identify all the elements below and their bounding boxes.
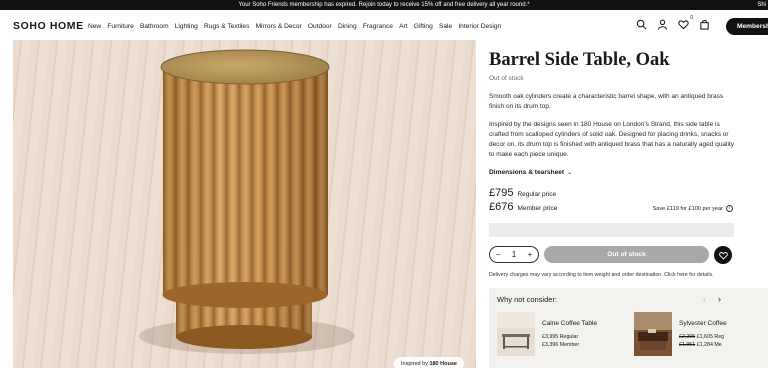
menu-item-lighting[interactable]: Lighting	[175, 23, 198, 30]
dimensions-label: Dimensions & tearsheet	[489, 169, 565, 176]
logo[interactable]: SOHO HOME	[13, 20, 84, 32]
menu-item-interior-design[interactable]: Interior Design	[458, 23, 501, 30]
menu-item-sale[interactable]: Sale	[439, 23, 452, 30]
promo-placeholder-bar	[489, 223, 734, 237]
wishlist-icon[interactable]: 0	[678, 15, 693, 30]
bag-icon[interactable]	[699, 19, 710, 30]
member-price-label: Member price	[517, 205, 558, 212]
product-description: Smooth oak cylinders create a characteri…	[489, 93, 724, 110]
menu-item-art[interactable]: Art	[399, 23, 407, 30]
price-label: Regular	[559, 334, 579, 340]
minus-icon[interactable]: −	[496, 250, 501, 259]
barrel-table-illustration	[139, 49, 355, 354]
product-thumbnail	[634, 312, 672, 356]
quantity-value: 1	[511, 250, 517, 259]
menu-item-rugs-textiles[interactable]: Rugs & Textiles	[204, 23, 249, 30]
menu-item-bathroom[interactable]: Bathroom	[140, 23, 169, 30]
add-to-wishlist-button[interactable]	[714, 246, 732, 264]
price-value: £3,995	[542, 334, 559, 340]
credit-name: 180 House	[429, 361, 457, 367]
heart-icon	[718, 251, 728, 260]
main-menu: New Furniture Bathroom Lighting Rugs & T…	[88, 23, 501, 30]
recommendation-regular-price: £2,295 £1,605 Reg	[679, 334, 724, 340]
dimensions-toggle[interactable]: Dimensions & tearsheet ⌄	[489, 169, 739, 176]
promo-banner: Your Soho Friends membership has expired…	[0, 0, 768, 10]
quantity-stepper[interactable]: − 1 +	[489, 246, 539, 263]
chevron-left-icon[interactable]: ‹	[703, 294, 706, 304]
menu-item-fragrance[interactable]: Fragrance	[363, 23, 393, 30]
carousel-arrows: ‹ ›	[703, 294, 721, 304]
stock-status: Out of stock	[489, 75, 524, 82]
price-value: £3,396	[542, 342, 559, 348]
membership-button[interactable]: Membership	[726, 18, 768, 35]
credit-prefix: Inspired by	[401, 361, 430, 367]
member-savings: Save £119 for £100 per year i	[652, 205, 733, 212]
recommendations-panel: Why not consider: ‹ › Calne Coffee Table…	[489, 288, 768, 368]
menu-item-dining[interactable]: Dining	[338, 23, 357, 30]
menu-item-mirrors-decor[interactable]: Mirrors & Decor	[256, 23, 302, 30]
old-price: £1,951	[679, 342, 696, 348]
regular-price-row: £795 Regular price	[489, 187, 739, 199]
chevron-right-icon[interactable]: ›	[718, 294, 721, 304]
wishlist-count: 0	[690, 15, 693, 21]
plus-icon[interactable]: +	[528, 250, 533, 259]
image-credit-badge[interactable]: Inspired by 180 House	[394, 357, 464, 368]
delivery-note[interactable]: Delivery charges may vary according to i…	[489, 272, 714, 278]
old-price: £2,295	[679, 334, 696, 340]
price-label: Me	[714, 342, 722, 348]
price-label: Reg	[714, 334, 725, 340]
product-info: Barrel Side Table, Oak Out of stock Smoo…	[489, 48, 739, 213]
member-price-row: £676 Member price Save £119 for £100 per…	[489, 201, 739, 213]
out-of-stock-button[interactable]: Out of stock	[544, 246, 709, 263]
regular-price: £795	[489, 187, 514, 199]
search-icon[interactable]	[636, 19, 647, 30]
promo-right-text: Shi	[757, 2, 766, 8]
recommendation-regular-price: £3,995 Regular	[542, 334, 578, 340]
chevron-down-icon: ⌄	[567, 170, 573, 176]
menu-item-gifting[interactable]: Gifting	[414, 23, 433, 30]
recommendation-member-price: £3,396 Member	[542, 342, 579, 348]
product-thumbnail	[497, 312, 535, 356]
recommendation-member-price: £1,951 £1,284 Me	[679, 342, 722, 348]
member-price: £676	[489, 201, 514, 213]
product-image[interactable]	[13, 40, 476, 368]
main-header: SOHO HOME New Furniture Bathroom Lightin…	[0, 10, 768, 44]
product-title: Barrel Side Table, Oak	[489, 50, 670, 70]
header-icons: 0	[636, 15, 710, 30]
promo-message[interactable]: Your Soho Friends membership has expired…	[0, 0, 768, 10]
menu-item-outdoor[interactable]: Outdoor	[308, 23, 332, 30]
info-icon[interactable]: i	[726, 205, 733, 212]
price-value: £1,284	[696, 342, 713, 348]
account-icon[interactable]	[657, 19, 668, 30]
recommendations-title: Why not consider:	[497, 295, 558, 304]
price-label: Member	[559, 342, 580, 348]
product-description-detail: Inspired by the designs seen in 180 Hous…	[489, 121, 734, 158]
savings-text: Save £119 for £100 per year	[652, 205, 724, 212]
menu-item-new[interactable]: New	[88, 23, 101, 30]
regular-price-label: Regular price	[517, 191, 557, 198]
recommendation-name: Sylvester Coffee	[679, 320, 727, 327]
price-value: £1,605	[696, 334, 713, 340]
menu-item-furniture[interactable]: Furniture	[107, 23, 133, 30]
recommendation-name: Calne Coffee Table	[542, 320, 598, 327]
